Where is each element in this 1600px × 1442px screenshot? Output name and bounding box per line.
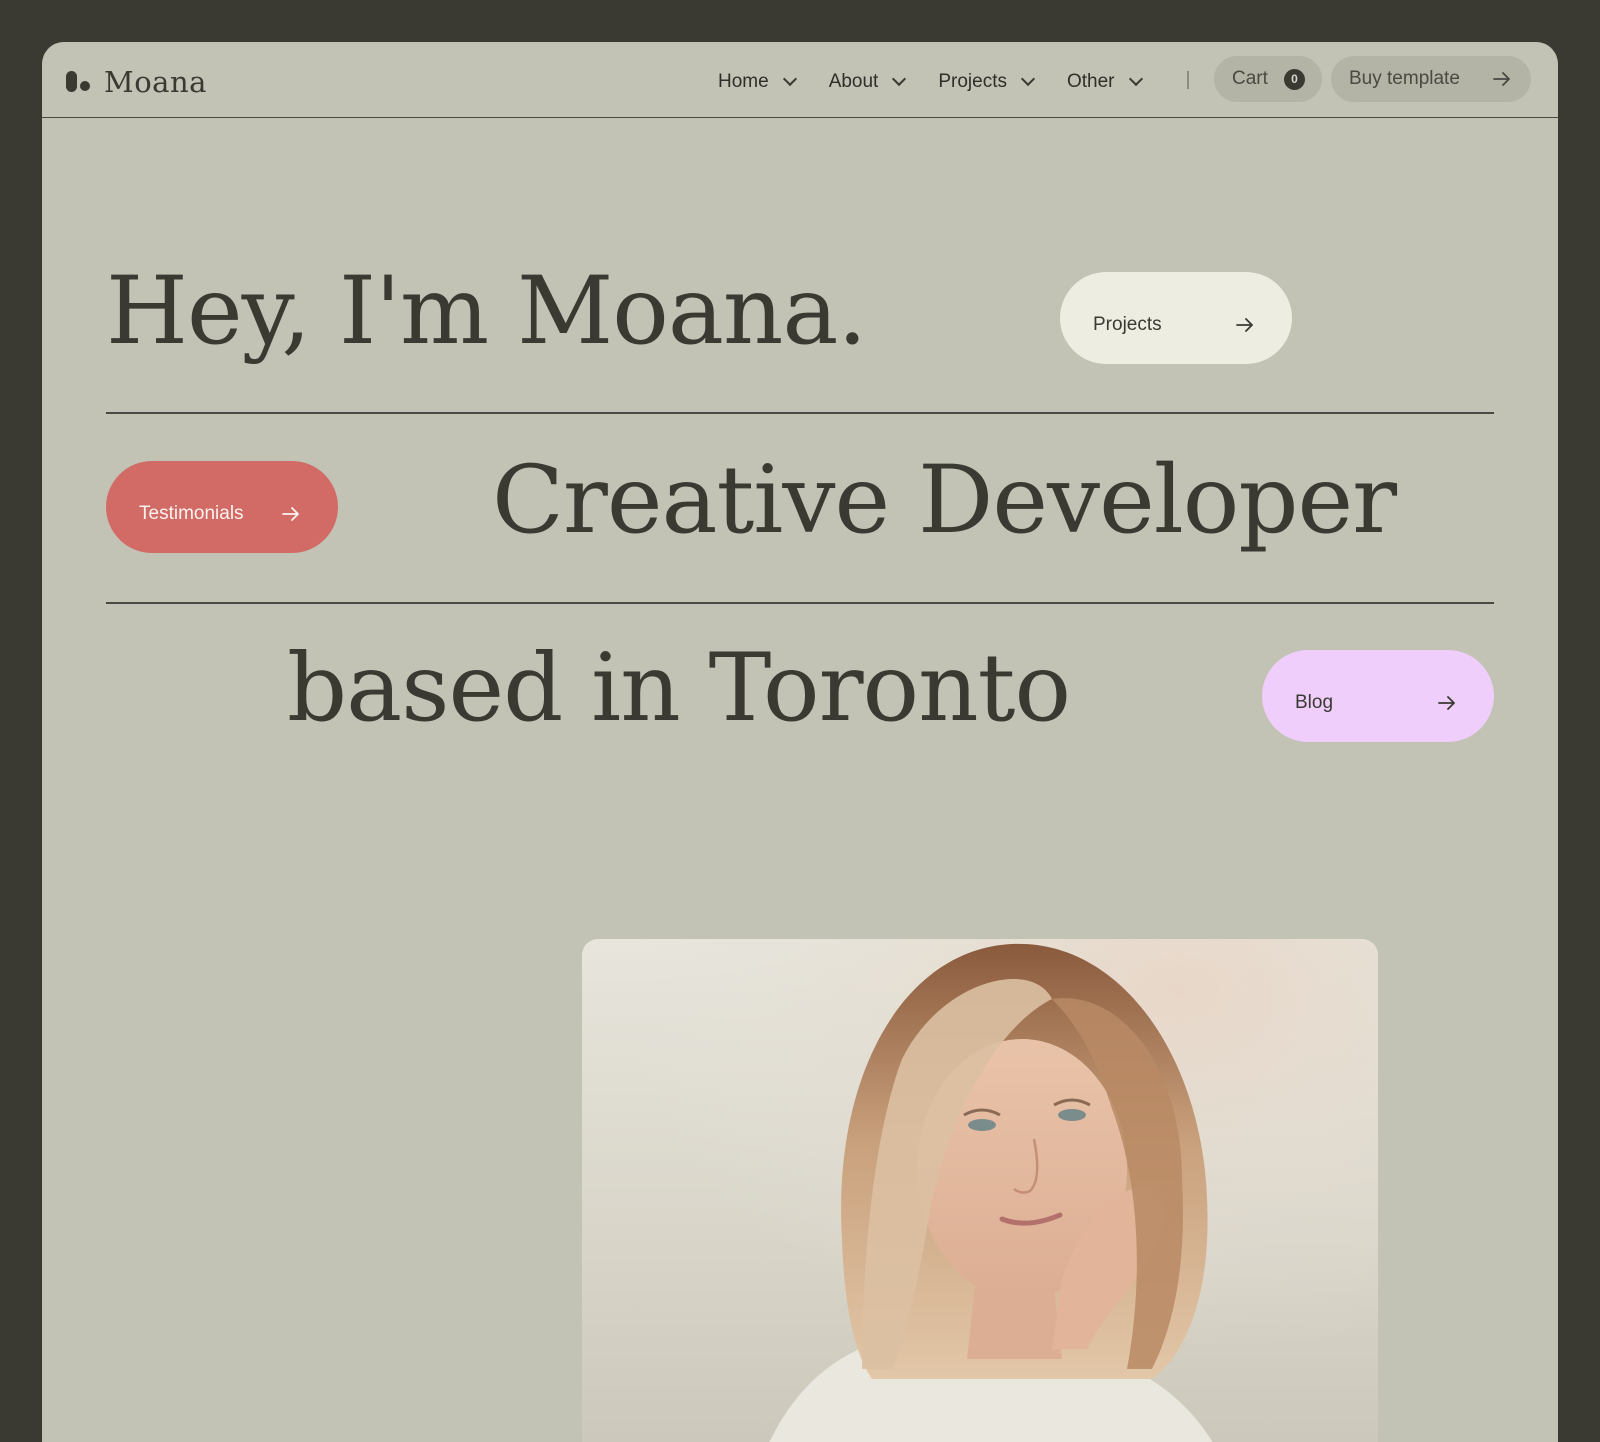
chevron-down-icon <box>1128 71 1143 87</box>
nav-item-home[interactable]: Home <box>718 71 797 93</box>
cart-count-badge: 0 <box>1283 68 1305 90</box>
nav-item-label: Projects <box>938 71 1007 92</box>
arrow-right-icon <box>282 507 299 521</box>
nav-item-projects[interactable]: Projects <box>938 71 1036 93</box>
top-navigation: Moana Home About Projects Other Cart 0 B… <box>42 42 1558 118</box>
brand-logo[interactable]: Moana <box>66 62 207 102</box>
arrow-right-icon <box>1493 72 1510 86</box>
nav-item-label: Home <box>718 71 769 92</box>
cart-label: Cart <box>1232 68 1268 89</box>
testimonials-button-label: Testimonials <box>139 503 244 524</box>
chevron-down-icon <box>782 71 797 87</box>
chevron-down-icon <box>1020 71 1036 87</box>
nav-item-label: Other <box>1066 71 1115 92</box>
brand-name: Moana <box>104 65 207 99</box>
portrait-photo <box>582 939 1378 1442</box>
testimonials-button[interactable]: Testimonials <box>106 461 338 553</box>
page-frame: Moana Home About Projects Other Cart 0 B… <box>42 42 1558 1442</box>
arrow-right-icon <box>1236 318 1253 332</box>
nav-divider <box>1187 71 1189 89</box>
buy-template-label: Buy template <box>1349 68 1460 89</box>
nav-item-label: About <box>828 71 879 92</box>
blog-button[interactable]: Blog <box>1262 650 1494 742</box>
hero-divider-line <box>106 412 1494 414</box>
chevron-down-icon <box>892 71 907 87</box>
nav-item-other[interactable]: Other <box>1066 71 1143 93</box>
arrow-right-icon <box>1438 696 1455 710</box>
hero-heading-line3: based in Toronto <box>287 634 1071 743</box>
hero-heading-line2: Creative Developer <box>492 446 1397 555</box>
cart-button[interactable]: Cart 0 <box>1214 56 1322 102</box>
portrait-illustration <box>582 939 1378 1442</box>
hero-divider-line <box>106 602 1494 604</box>
projects-button-label: Projects <box>1093 314 1162 335</box>
nav-item-about[interactable]: About <box>828 71 907 93</box>
hero-heading-line1: Hey, I'm Moana. <box>106 257 867 366</box>
logo-mark-icon <box>66 71 92 93</box>
main-menu: Home About Projects Other <box>718 66 1175 98</box>
projects-button[interactable]: Projects <box>1060 272 1292 364</box>
buy-template-button[interactable]: Buy template <box>1331 56 1531 102</box>
blog-button-label: Blog <box>1295 692 1334 713</box>
